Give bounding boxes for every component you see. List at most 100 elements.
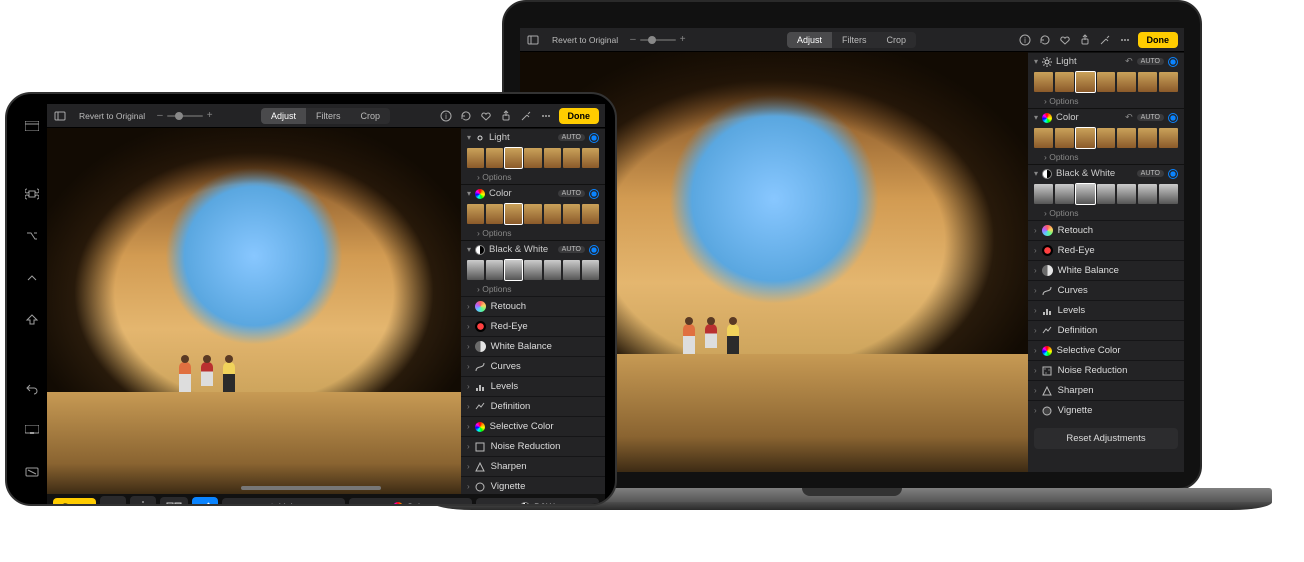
auto-button[interactable]: AUTO <box>558 134 585 141</box>
share-icon[interactable] <box>1078 33 1092 47</box>
tool-levels[interactable]: ›Levels <box>461 376 605 396</box>
disconnect-icon[interactable] <box>24 464 40 480</box>
zoom-minus[interactable]: – <box>630 34 636 45</box>
favorite-icon[interactable] <box>479 109 493 123</box>
zoom-slider[interactable]: – + <box>630 34 685 45</box>
adjust-toggle[interactable] <box>589 245 599 255</box>
reset-adjustments-button[interactable]: Reset Adjustments <box>1034 428 1178 449</box>
light-options[interactable]: › Options <box>461 170 605 184</box>
bw-thumbnails[interactable] <box>461 258 605 282</box>
photo-canvas[interactable] <box>47 128 461 494</box>
sidebar-toggle-icon[interactable] <box>53 109 67 123</box>
tool-levels[interactable]: ›Levels <box>1028 300 1184 320</box>
bw-options[interactable]: › Options <box>1028 206 1184 220</box>
rotate-icon[interactable] <box>1038 33 1052 47</box>
dock-done-button[interactable]: Done <box>53 498 96 506</box>
home-indicator[interactable] <box>241 486 381 490</box>
tool-vignette[interactable]: ›Vignette <box>461 476 605 494</box>
auto-button[interactable]: AUTO <box>1137 170 1164 177</box>
light-thumbnails[interactable] <box>1028 70 1184 94</box>
command-icon[interactable] <box>24 186 40 202</box>
dock-brightness-down[interactable] <box>100 496 126 506</box>
rotate-icon[interactable] <box>459 109 473 123</box>
adjust-color-header[interactable]: ▾ Color AUTO <box>461 184 605 202</box>
info-icon[interactable]: i <box>1018 33 1032 47</box>
adjust-toggle[interactable] <box>1168 169 1178 179</box>
tab-filters[interactable]: Filters <box>306 108 351 124</box>
control-icon[interactable] <box>24 270 40 286</box>
undo-icon[interactable] <box>24 380 40 396</box>
tab-crop[interactable]: Crop <box>877 32 917 48</box>
auto-button[interactable]: AUTO <box>558 246 585 253</box>
info-icon[interactable]: i <box>439 109 453 123</box>
zoom-plus[interactable]: + <box>207 110 213 121</box>
tool-vignette[interactable]: ›Vignette <box>1028 400 1184 420</box>
tool-curves[interactable]: ›Curves <box>1028 280 1184 300</box>
adjust-light-header[interactable]: ▾ Light ↶ AUTO <box>1028 52 1184 70</box>
adjust-color-header[interactable]: ▾ Color ↶ AUTO <box>1028 108 1184 126</box>
color-options[interactable]: › Options <box>1028 150 1184 164</box>
enhance-icon[interactable] <box>1098 33 1112 47</box>
tool-noise-reduction[interactable]: ›Noise Reduction <box>1028 360 1184 380</box>
tool-selective-color[interactable]: ›Selective Color <box>1028 340 1184 360</box>
color-thumbnails[interactable] <box>1028 126 1184 150</box>
adjust-toggle[interactable] <box>589 133 599 143</box>
adjust-bw-header[interactable]: ▾ Black & White AUTO <box>1028 164 1184 182</box>
adjust-toggle[interactable] <box>1168 57 1178 67</box>
bw-options[interactable]: › Options <box>461 282 605 296</box>
dock-bw-pill[interactable]: B&W <box>476 498 599 506</box>
auto-button[interactable]: AUTO <box>1137 58 1164 65</box>
keyboard-icon[interactable] <box>24 422 40 438</box>
tool-red-eye[interactable]: ›Red-Eye <box>1028 240 1184 260</box>
undo-icon[interactable]: ↶ <box>1125 112 1133 123</box>
tool-noise-reduction[interactable]: ›Noise Reduction <box>461 436 605 456</box>
revert-button[interactable]: Revert to Original <box>546 33 624 47</box>
color-options[interactable]: › Options <box>461 226 605 240</box>
dock-color-pill[interactable]: Color <box>349 498 472 506</box>
tool-curves[interactable]: ›Curves <box>461 356 605 376</box>
adjust-bw-header[interactable]: ▾ Black & White AUTO <box>461 240 605 258</box>
favorite-icon[interactable] <box>1058 33 1072 47</box>
tool-white-balance[interactable]: ›White Balance <box>461 336 605 356</box>
tool-selective-color[interactable]: ›Selective Color <box>461 416 605 436</box>
adjust-light-header[interactable]: ▾ Light AUTO <box>461 128 605 146</box>
more-icon[interactable] <box>539 109 553 123</box>
zoom-minus[interactable]: – <box>157 110 163 121</box>
dock-brightness-up[interactable] <box>130 496 156 506</box>
tool-sharpen[interactable]: ›Sharpen <box>1028 380 1184 400</box>
tab-filters[interactable]: Filters <box>832 32 877 48</box>
auto-button[interactable]: AUTO <box>1137 114 1164 121</box>
dock-light-pill[interactable]: ☀ Light <box>222 498 345 507</box>
auto-button[interactable]: AUTO <box>558 190 585 197</box>
dock-checkmark-button[interactable] <box>192 497 218 506</box>
color-thumbnails[interactable] <box>461 202 605 226</box>
done-button[interactable]: Done <box>1138 32 1179 48</box>
tool-white-balance[interactable]: ›White Balance <box>1028 260 1184 280</box>
tab-adjust[interactable]: Adjust <box>787 32 832 48</box>
share-icon[interactable] <box>499 109 513 123</box>
shift-icon[interactable] <box>24 312 40 328</box>
tool-red-eye[interactable]: ›Red-Eye <box>461 316 605 336</box>
zoom-slider[interactable]: – + <box>157 110 212 121</box>
undo-icon[interactable]: ↶ <box>1125 56 1133 67</box>
sidebar-toggle-icon[interactable] <box>526 33 540 47</box>
light-thumbnails[interactable] <box>461 146 605 170</box>
menubar-icon[interactable] <box>24 118 40 134</box>
adjust-toggle[interactable] <box>589 189 599 199</box>
done-button[interactable]: Done <box>559 108 600 124</box>
dock-compare-button[interactable] <box>160 497 188 506</box>
bw-thumbnails[interactable] <box>1028 182 1184 206</box>
enhance-icon[interactable] <box>519 109 533 123</box>
light-options[interactable]: › Options <box>1028 94 1184 108</box>
tool-sharpen[interactable]: ›Sharpen <box>461 456 605 476</box>
tab-adjust[interactable]: Adjust <box>261 108 306 124</box>
tool-definition[interactable]: ›Definition <box>461 396 605 416</box>
tool-retouch[interactable]: ›Retouch <box>461 296 605 316</box>
more-icon[interactable] <box>1118 33 1132 47</box>
zoom-track[interactable] <box>640 39 676 41</box>
tool-definition[interactable]: ›Definition <box>1028 320 1184 340</box>
zoom-plus[interactable]: + <box>680 34 686 45</box>
tab-crop[interactable]: Crop <box>351 108 391 124</box>
adjust-toggle[interactable] <box>1168 113 1178 123</box>
tool-retouch[interactable]: ›Retouch <box>1028 220 1184 240</box>
